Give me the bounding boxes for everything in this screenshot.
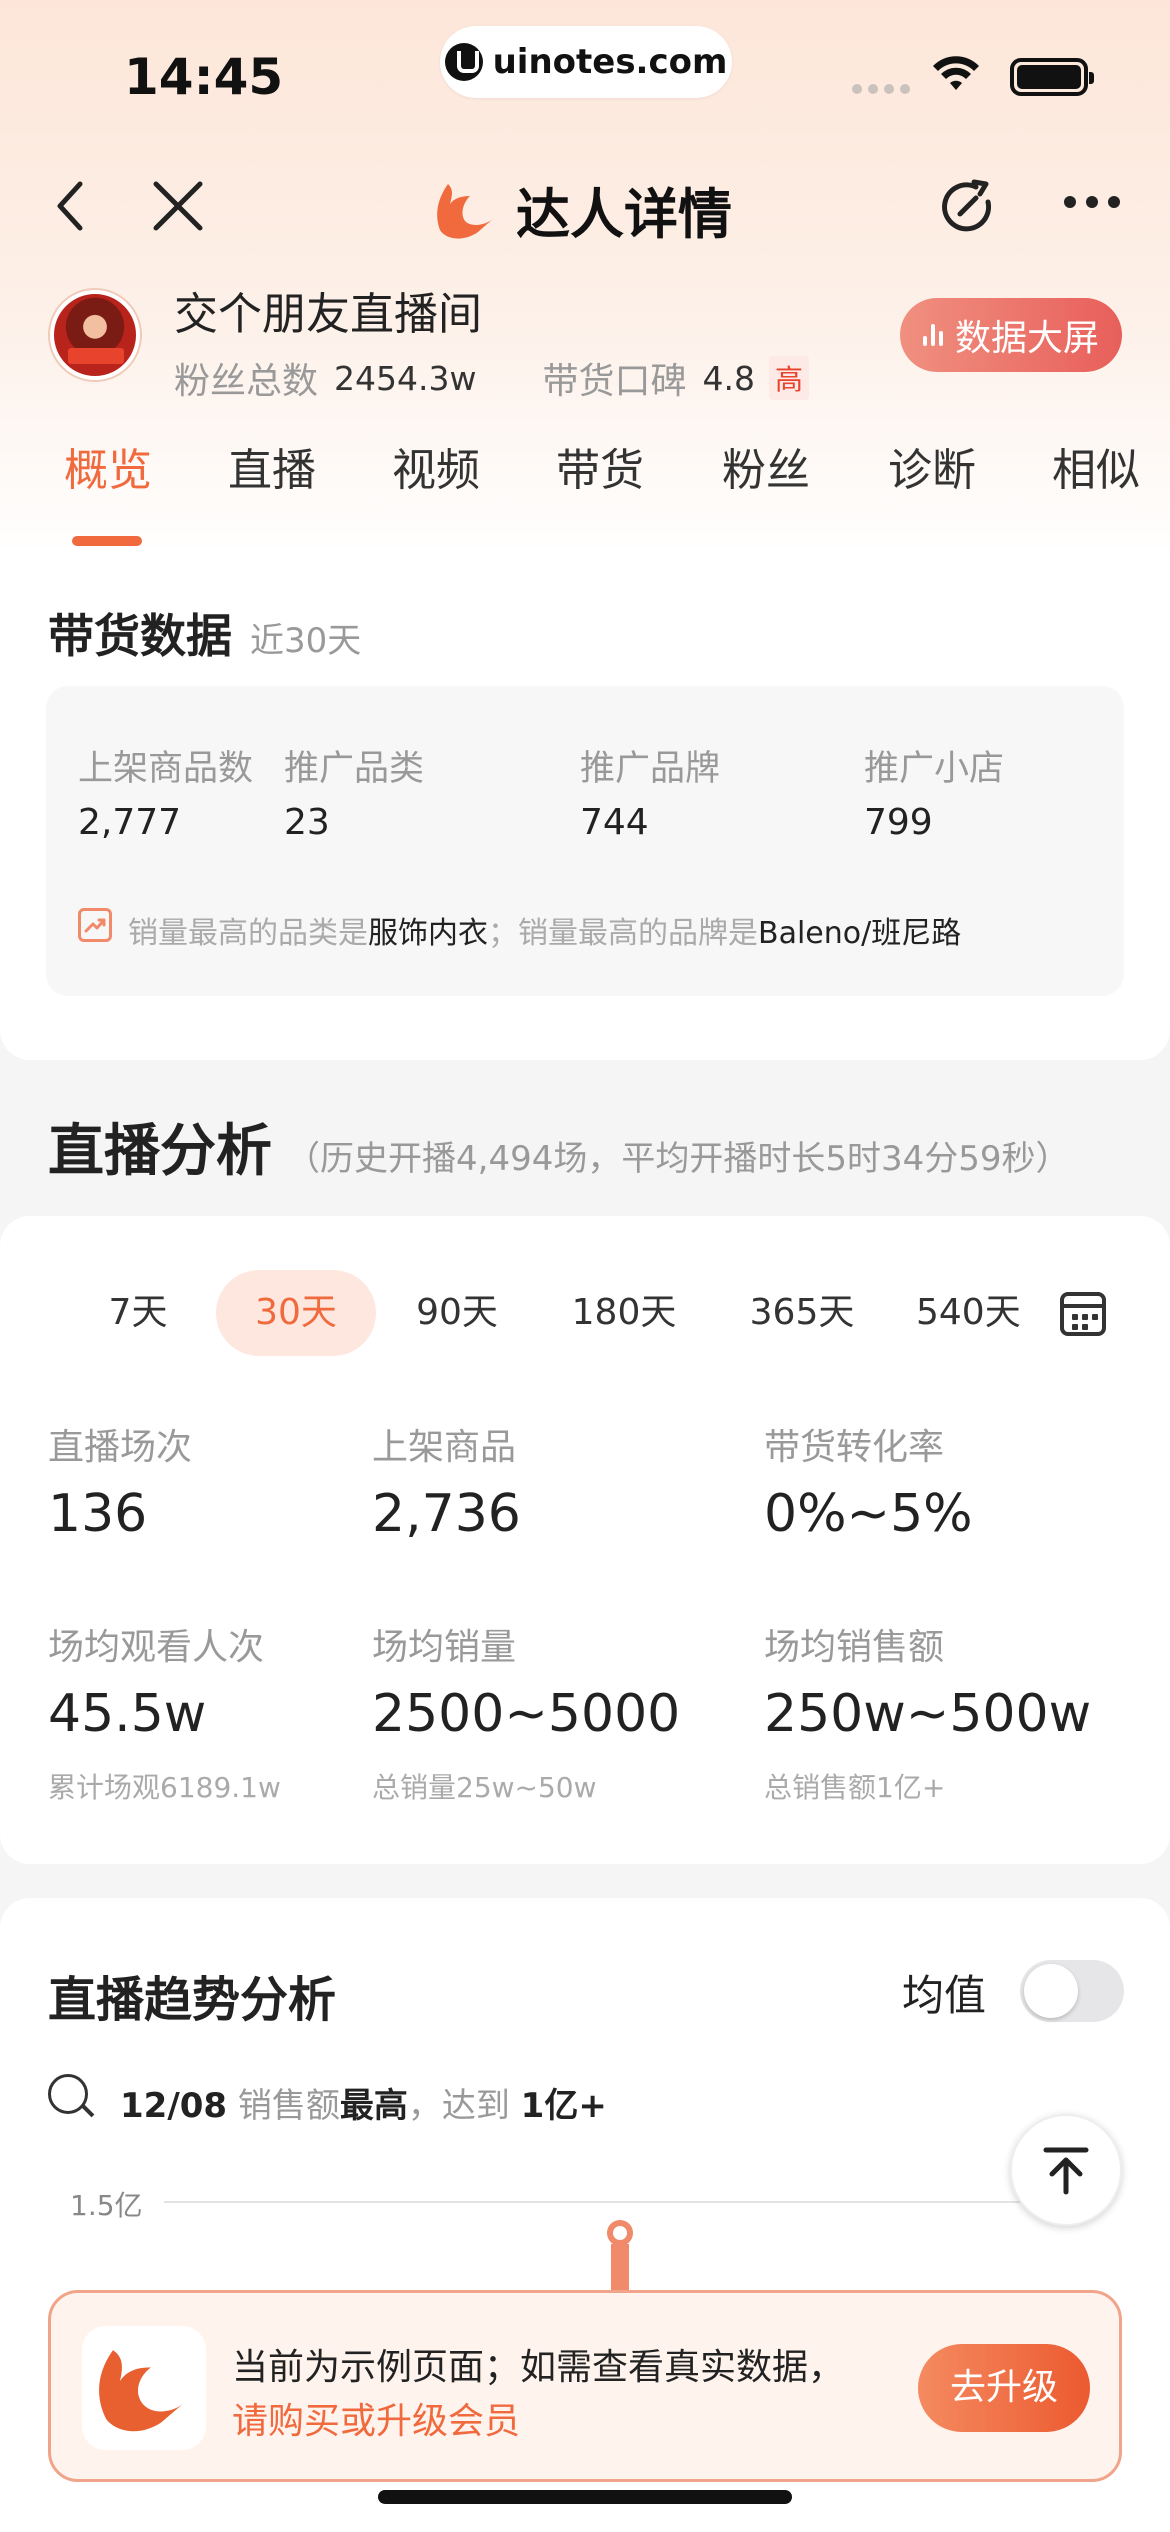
stat-value-brands: 744 <box>580 802 649 843</box>
goods-data-title: 带货数据 <box>48 609 232 663</box>
metric-value-conversion: 0%~5% <box>764 1484 973 1544</box>
period-540d[interactable]: 540天 <box>916 1270 1026 1356</box>
fans-value: 2454.3w <box>334 358 477 398</box>
y-axis-tick: 1.5亿 <box>70 2189 143 2222</box>
metric-label-products: 上架商品 <box>372 1427 517 1468</box>
metric-label-conversion: 带货转化率 <box>764 1427 945 1468</box>
chart-peak-point[interactable] <box>607 2220 633 2246</box>
metric-value-sessions: 136 <box>48 1484 148 1544</box>
chart-peak-bar <box>611 2244 629 2294</box>
period-180d[interactable]: 180天 <box>564 1270 684 1356</box>
live-analysis-header: 直播分析 （历史开播4,494场，平均开播时长5时34分59秒） <box>48 1106 1070 1187</box>
metric-sub-avg-sales: 总销量25w~50w <box>372 1771 597 1804</box>
arrow-up-icon <box>1043 2147 1089 2195</box>
stat-label-categories: 推广品类 <box>284 749 425 789</box>
fans-label: 粉丝总数 <box>174 361 319 402</box>
tab-similar[interactable]: 相似 <box>1052 434 1140 498</box>
metric-sub-avg-revenue: 总销售额1亿+ <box>764 1771 946 1804</box>
upgrade-button[interactable]: 去升级 <box>918 2344 1090 2432</box>
trend-up-icon <box>78 908 112 942</box>
stat-label-listed-products: 上架商品数 <box>78 749 254 789</box>
goods-data-period: 近30天 <box>250 621 362 661</box>
refresh-icon[interactable] <box>932 172 1002 242</box>
goods-data-header: 带货数据 近30天 <box>48 600 361 666</box>
back-to-top-button[interactable] <box>1010 2114 1122 2226</box>
stat-label-shops: 推广小店 <box>864 749 1005 789</box>
metric-sub-avg-views: 累计场观6189.1w <box>48 1771 281 1804</box>
trend-highlight: 12/08 销售额最高，达到 1亿+ <box>120 2086 607 2126</box>
back-icon[interactable] <box>44 176 104 236</box>
stat-label-brands: 推广品牌 <box>580 749 721 789</box>
data-big-screen-button[interactable]: 数据大屏 <box>900 298 1122 372</box>
tab-indicator <box>72 536 142 546</box>
bar-chart-icon <box>922 324 943 346</box>
metric-label-avg-views: 场均观看人次 <box>48 1627 265 1668</box>
tab-bar: 概览 直播 视频 带货 粉丝 诊断 相似 <box>0 434 1170 546</box>
status-time: 14:45 <box>124 48 284 106</box>
reputation-value: 4.8 <box>702 358 755 398</box>
more-icon[interactable] <box>1064 196 1120 208</box>
metric-label-sessions: 直播场次 <box>48 1427 193 1468</box>
url-text: uinotes.com <box>492 42 728 82</box>
tab-video[interactable]: 视频 <box>392 434 480 498</box>
tab-live[interactable]: 直播 <box>228 434 316 498</box>
live-analysis-subtitle: （历史开播4,494场，平均开播时长5时34分59秒） <box>286 1139 1070 1179</box>
period-365d[interactable]: 365天 <box>738 1270 866 1356</box>
trend-title: 直播趋势分析 <box>48 1972 337 2028</box>
tab-diagnosis[interactable]: 诊断 <box>888 434 976 498</box>
banner-logo <box>82 2326 206 2450</box>
period-7d[interactable]: 7天 <box>90 1270 186 1356</box>
top-sales-tip: 销量最高的品类是服饰内衣；销量最高的品牌是Baleno/班尼路 <box>128 916 962 951</box>
url-pill[interactable]: uinotes.com <box>440 26 732 98</box>
metric-value-avg-views: 45.5w <box>48 1684 207 1744</box>
profile-name: 交个朋友直播间 <box>174 289 482 340</box>
period-90d[interactable]: 90天 <box>402 1270 512 1356</box>
avatar[interactable] <box>50 290 140 380</box>
signal-icon <box>852 84 910 94</box>
banner-text-line2[interactable]: 请购买或升级会员 <box>232 2392 520 2444</box>
calendar-icon[interactable] <box>1060 1292 1106 1336</box>
battery-icon <box>1010 58 1094 96</box>
metric-label-avg-sales: 场均销量 <box>372 1627 517 1668</box>
stat-value-listed-products: 2,777 <box>78 802 182 843</box>
wifi-icon <box>933 56 979 90</box>
tab-goods[interactable]: 带货 <box>556 434 644 498</box>
app-logo-icon <box>437 183 494 239</box>
data-big-screen-label: 数据大屏 <box>954 318 1099 359</box>
close-icon[interactable] <box>148 176 208 236</box>
chart-gridline <box>164 2201 1094 2203</box>
app-logo-icon <box>99 2350 186 2432</box>
page-title: 达人详情 <box>430 170 732 249</box>
tab-fans[interactable]: 粉丝 <box>722 434 810 498</box>
metric-label-avg-revenue: 场均销售额 <box>764 1627 945 1668</box>
metric-value-avg-sales: 2500~5000 <box>372 1684 681 1744</box>
metric-value-products: 2,736 <box>372 1484 521 1544</box>
search-icon <box>48 2074 88 2114</box>
stat-value-shops: 799 <box>864 802 933 843</box>
metric-value-avg-revenue: 250w~500w <box>764 1684 1092 1744</box>
average-toggle[interactable] <box>1020 1960 1124 2022</box>
stat-value-categories: 23 <box>284 802 330 843</box>
banner-text-line1: 当前为示例页面；如需查看真实数据， <box>232 2347 845 2388</box>
site-logo-icon <box>444 43 483 81</box>
reputation-label: 带货口碑 <box>542 361 687 402</box>
average-toggle-label: 均值 <box>902 1971 987 2020</box>
page-title-text: 达人详情 <box>516 183 732 246</box>
reputation-level-badge: 高 <box>768 356 809 400</box>
profile-stats: 粉丝总数 2454.3w 带货口碑 4.8 高 <box>174 352 809 404</box>
period-30d[interactable]: 30天 <box>216 1270 376 1356</box>
home-indicator[interactable] <box>378 2490 792 2504</box>
tab-overview[interactable]: 概览 <box>64 434 152 498</box>
page: 14:45 uinotes.com 达人详情 交个朋友直播间 粉丝总数 2454… <box>0 0 1170 2532</box>
live-analysis-title: 直播分析 <box>48 1119 272 1184</box>
